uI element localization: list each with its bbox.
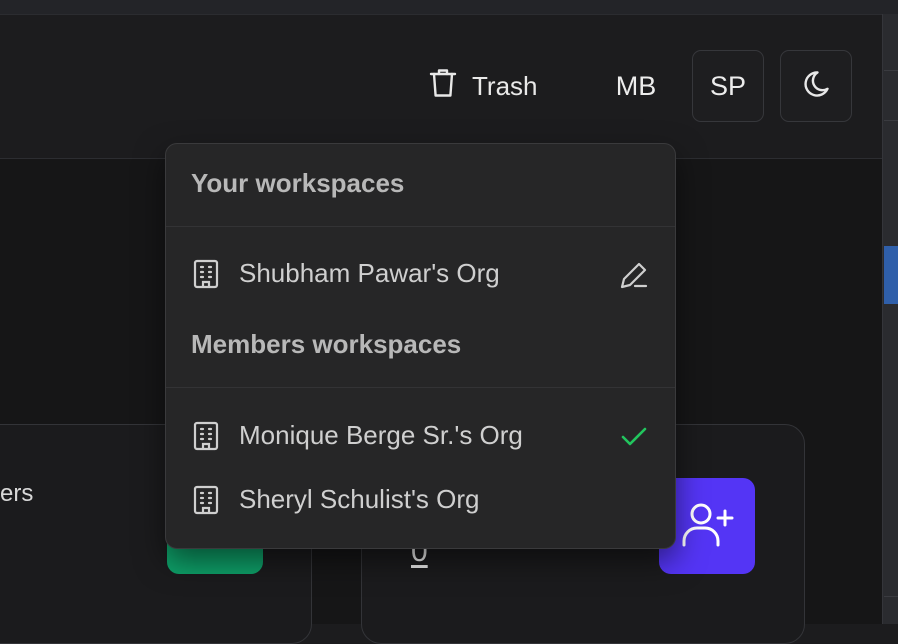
dropdown-divider xyxy=(166,387,675,388)
your-workspaces-heading: Your workspaces xyxy=(191,168,405,198)
avatar-initials: SP xyxy=(709,70,747,101)
top-strip xyxy=(0,0,898,15)
workspace-item-label: Sheryl Schulist's Org xyxy=(239,483,480,514)
building-icon xyxy=(193,259,219,289)
workspace-dropdown: Your workspaces Shubham Pawar's Org Memb… xyxy=(165,143,676,549)
rail-divider xyxy=(884,120,898,121)
pencil-icon[interactable] xyxy=(618,259,650,291)
rail-active-indicator xyxy=(884,246,898,304)
workspace-item-label: Shubham Pawar's Org xyxy=(239,257,500,288)
building-icon xyxy=(193,421,219,451)
dropdown-divider xyxy=(166,226,675,227)
user-avatar-sp[interactable]: SP xyxy=(692,50,764,122)
members-workspaces-heading: Members workspaces xyxy=(191,329,462,359)
workspace-item[interactable]: Shubham Pawar's Org xyxy=(166,245,675,301)
right-scroll-rail[interactable] xyxy=(882,14,898,624)
avatar-initials: MB xyxy=(615,70,657,101)
rail-divider xyxy=(884,70,898,71)
user-avatar-mb[interactable]: MB xyxy=(600,50,672,122)
rail-divider xyxy=(884,596,898,597)
workspace-item[interactable]: Sheryl Schulist's Org xyxy=(166,471,675,527)
add-user-icon xyxy=(679,499,735,554)
trash-button[interactable]: Trash xyxy=(428,58,538,114)
check-icon xyxy=(621,427,647,446)
trash-label: Trash xyxy=(472,70,538,101)
theme-toggle-button[interactable] xyxy=(780,50,852,122)
moon-icon xyxy=(800,68,832,105)
stat-card-label: ers xyxy=(0,480,34,507)
trash-icon xyxy=(428,67,458,106)
workspace-item-label: Monique Berge Sr.'s Org xyxy=(239,419,523,450)
workspace-item-selected[interactable]: Monique Berge Sr.'s Org xyxy=(166,407,675,463)
building-icon xyxy=(193,485,219,515)
